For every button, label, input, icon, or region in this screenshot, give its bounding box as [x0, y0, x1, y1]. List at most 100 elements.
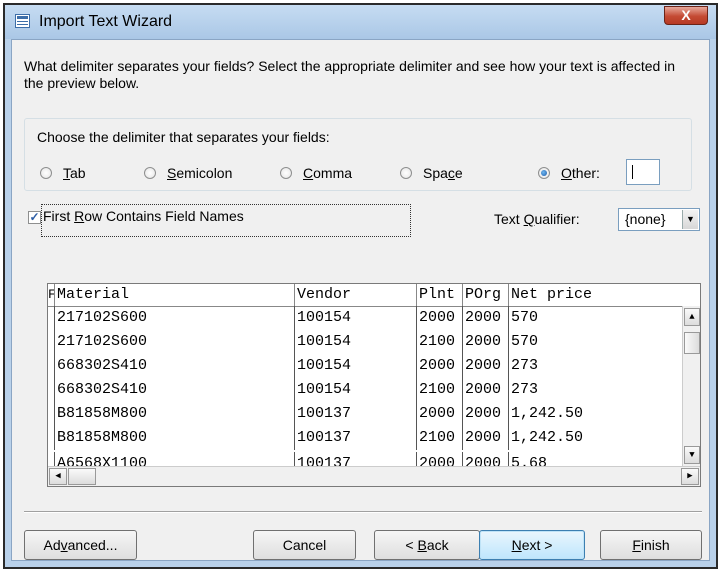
- radio-semicolon-indicator[interactable]: [144, 167, 156, 179]
- text-qualifier-select[interactable]: {none} ▼: [618, 208, 700, 231]
- table-cell: 1,242.50: [511, 429, 584, 446]
- row-stub: [48, 402, 55, 426]
- table-cell: 217102S600: [55, 330, 295, 354]
- row-stub: [48, 426, 55, 450]
- table-cell: 570: [511, 333, 539, 350]
- next-button[interactable]: Next >: [479, 530, 585, 560]
- table-row: 217102S600 100154 2000 2000 570: [48, 306, 683, 330]
- table-cell: 273: [511, 381, 539, 398]
- preview-header-vendor: Vendor: [295, 284, 417, 306]
- preview-grid[interactable]: F Material Vendor Plnt POrg Net price 21…: [47, 283, 701, 487]
- table-cell: 668302S410: [55, 378, 295, 402]
- vertical-scroll-thumb[interactable]: [684, 332, 700, 354]
- instruction-text: What delimiter separates your fields? Se…: [24, 58, 676, 91]
- preview-header-stub: F: [48, 284, 55, 306]
- text-qualifier-value: {none}: [625, 211, 666, 227]
- table-cell: 273: [511, 357, 539, 374]
- scroll-up-icon[interactable]: ▲: [684, 308, 700, 326]
- first-row-label: First Row Contains Field Names: [43, 208, 244, 224]
- table-cell: 2000: [417, 306, 463, 330]
- wizard-app-icon: [15, 14, 30, 28]
- table-cell: 100154: [295, 330, 417, 354]
- table-row: 668302S410 100154 2000 2000 273: [48, 354, 683, 378]
- horizontal-scrollbar[interactable]: ◀ ▶: [48, 466, 700, 486]
- preview-header-row: F Material Vendor Plnt POrg Net price: [48, 284, 683, 307]
- finish-button[interactable]: Finish: [600, 530, 702, 560]
- table-cell: 100154: [295, 378, 417, 402]
- table-cell: 100137: [295, 452, 417, 466]
- footer-divider: [24, 511, 702, 513]
- row-stub: [48, 378, 55, 402]
- radio-semicolon[interactable]: Semicolon: [144, 165, 232, 181]
- table-cell: B81858M800: [55, 402, 295, 426]
- title-bar[interactable]: Import Text Wizard X: [5, 5, 716, 39]
- vertical-scrollbar[interactable]: ▲ ▼: [682, 306, 700, 466]
- table-cell: 5.68: [511, 455, 548, 466]
- preview-header-net-price: Net price: [511, 286, 593, 303]
- table-cell: 2100: [417, 378, 463, 402]
- table-cell: 2000: [463, 426, 509, 450]
- first-row-checkbox[interactable]: ✓: [28, 211, 41, 224]
- close-button[interactable]: X: [664, 6, 708, 25]
- radio-comma[interactable]: Comma: [280, 165, 352, 181]
- table-cell: 2100: [417, 330, 463, 354]
- preview-header-plnt: Plnt: [417, 284, 463, 306]
- table-cell: 217102S600: [55, 306, 295, 330]
- delimiter-group: Choose the delimiter that separates your…: [24, 118, 692, 191]
- radio-other-indicator[interactable]: [538, 167, 550, 179]
- radio-space-indicator[interactable]: [400, 167, 412, 179]
- cancel-button[interactable]: Cancel: [253, 530, 356, 560]
- scroll-down-icon[interactable]: ▼: [684, 446, 700, 464]
- radio-space-label: Space: [423, 165, 463, 181]
- table-cell: 2000: [463, 452, 509, 466]
- table-cell: 2000: [417, 452, 463, 466]
- table-cell: 2000: [463, 402, 509, 426]
- horizontal-scroll-thumb[interactable]: [68, 468, 96, 485]
- table-cell: 2000: [463, 330, 509, 354]
- table-row: B81858M800 100137 2000 2000 1,242.50: [48, 402, 683, 426]
- table-cell: 100154: [295, 354, 417, 378]
- dialog-body: What delimiter separates your fields? Se…: [11, 39, 710, 561]
- back-button[interactable]: < Back: [374, 530, 480, 560]
- table-cell: 570: [511, 309, 539, 326]
- table-cell: 2000: [417, 402, 463, 426]
- radio-semicolon-label: Semicolon: [167, 165, 233, 181]
- table-cell: 100137: [295, 402, 417, 426]
- scroll-right-icon[interactable]: ▶: [681, 468, 699, 485]
- text-qualifier-label: Text Qualifier:: [494, 211, 580, 227]
- chevron-down-icon[interactable]: ▼: [682, 210, 698, 229]
- scroll-left-icon[interactable]: ◀: [49, 468, 67, 485]
- radio-space[interactable]: Space: [400, 165, 463, 181]
- table-row: 217102S600 100154 2100 2000 570: [48, 330, 683, 354]
- preview-rows: 217102S600 100154 2000 2000 570 217102S6…: [48, 306, 683, 466]
- table-cell: A6568X1100: [55, 452, 295, 466]
- advanced-button[interactable]: Advanced...: [24, 530, 137, 560]
- delimiter-group-legend: Choose the delimiter that separates your…: [37, 129, 330, 145]
- other-delimiter-input[interactable]: [626, 159, 660, 185]
- table-row: 668302S410 100154 2100 2000 273: [48, 378, 683, 402]
- radio-tab-indicator[interactable]: [40, 167, 52, 179]
- table-cell: 2100: [417, 426, 463, 450]
- radio-comma-indicator[interactable]: [280, 167, 292, 179]
- table-cell: 1,242.50: [511, 405, 584, 422]
- table-cell: 2000: [463, 378, 509, 402]
- table-row: A6568X1100 100137 2000 2000 5.68: [48, 452, 683, 466]
- table-cell: 100154: [295, 306, 417, 330]
- table-cell: 668302S410: [55, 354, 295, 378]
- row-stub: [48, 354, 55, 378]
- radio-tab-label: Tab: [63, 165, 86, 181]
- row-stub: [48, 330, 55, 354]
- preview-header-porg: POrg: [463, 284, 509, 306]
- radio-other[interactable]: Other:: [538, 165, 600, 181]
- radio-other-label: Other:: [561, 165, 600, 181]
- radio-tab[interactable]: Tab: [40, 165, 86, 181]
- table-cell: 100137: [295, 426, 417, 450]
- preview-header-material: Material: [55, 284, 295, 306]
- import-text-wizard-window: Import Text Wizard X What delimiter sepa…: [3, 3, 718, 569]
- window-title: Import Text Wizard: [39, 13, 173, 30]
- radio-comma-label: Comma: [303, 165, 353, 181]
- table-row: B81858M800 100137 2100 2000 1,242.50: [48, 426, 683, 450]
- table-cell: B81858M800: [55, 426, 295, 450]
- table-cell: 2000: [417, 354, 463, 378]
- first-row-field-names[interactable]: ✓ First Row Contains Field Names: [28, 204, 411, 237]
